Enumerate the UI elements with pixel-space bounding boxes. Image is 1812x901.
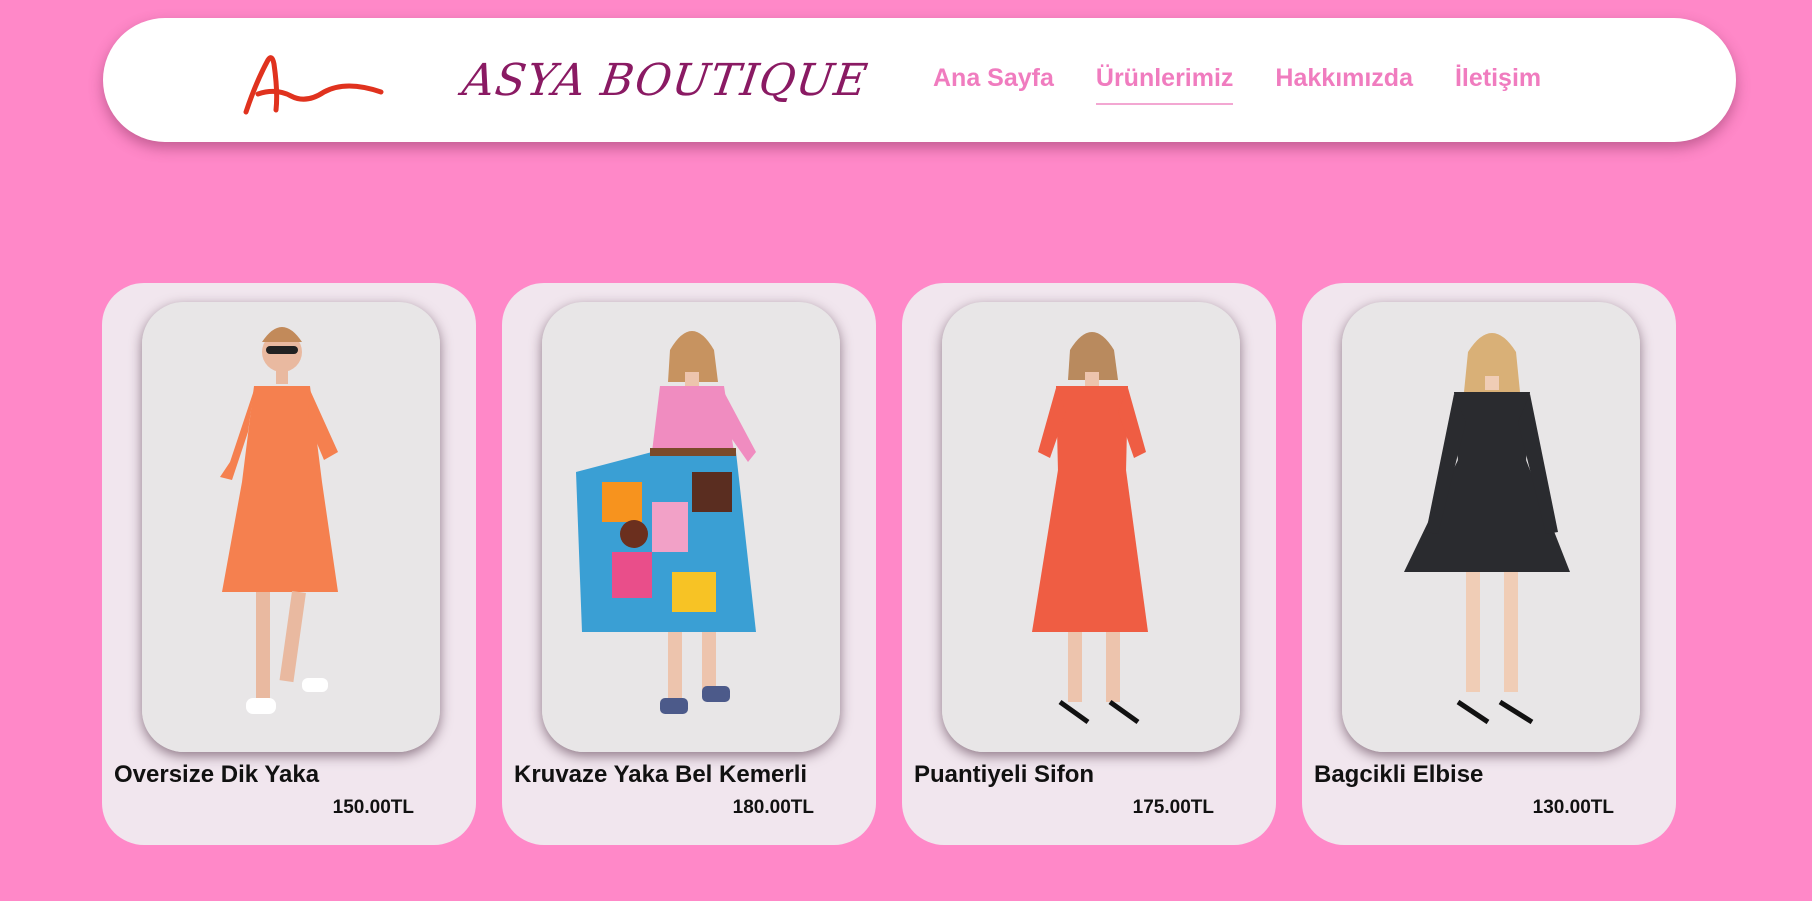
product-price: 150.00TL [332,797,414,818]
product-card[interactable]: Bagcikli Elbise 130.00TL [1302,283,1676,845]
product-image[interactable] [942,302,1240,752]
product-name[interactable]: Puantiyeli Sifon [914,761,1094,789]
asya-logo-icon [243,55,384,115]
model-illustration [542,302,840,752]
nav-hakkimizda[interactable]: Hakkımızda [1275,64,1413,97]
product-name[interactable]: Oversize Dik Yaka [114,761,319,789]
product-name[interactable]: Bagcikli Elbise [1314,761,1483,789]
product-card[interactable]: Oversize Dik Yaka 150.00TL [102,283,476,845]
product-image[interactable] [542,302,840,752]
model-illustration [142,302,440,752]
product-price: 130.00TL [1532,797,1614,818]
site-header: ASYA BOUTIQUE Ana Sayfa Ürünlerimiz Hakk… [103,18,1736,142]
model-illustration [1342,302,1640,752]
nav-ana-sayfa[interactable]: Ana Sayfa [933,64,1054,97]
main-nav: Ana Sayfa Ürünlerimiz Hakkımızda İletişi… [933,58,1541,105]
product-image[interactable] [1342,302,1640,752]
logo[interactable] [236,46,486,128]
product-card[interactable]: Kruvaze Yaka Bel Kemerli 180.00TL [502,283,876,845]
product-grid: Oversize Dik Yaka 150.00TL Kruvaze Yaka … [102,283,1702,845]
product-card[interactable]: Puantiyeli Sifon 175.00TL [902,283,1276,845]
nav-urunlerimiz[interactable]: Ürünlerimiz [1095,64,1233,105]
brand-title[interactable]: ASYA BOUTIQUE [457,38,873,122]
product-price: 180.00TL [732,797,814,818]
product-image[interactable] [142,302,440,752]
product-price: 175.00TL [1132,797,1214,818]
nav-iletisim[interactable]: İletişim [1455,64,1541,97]
page: ASYA BOUTIQUE Ana Sayfa Ürünlerimiz Hakk… [0,0,1812,901]
product-name[interactable]: Kruvaze Yaka Bel Kemerli [514,761,807,789]
model-illustration [942,302,1240,752]
